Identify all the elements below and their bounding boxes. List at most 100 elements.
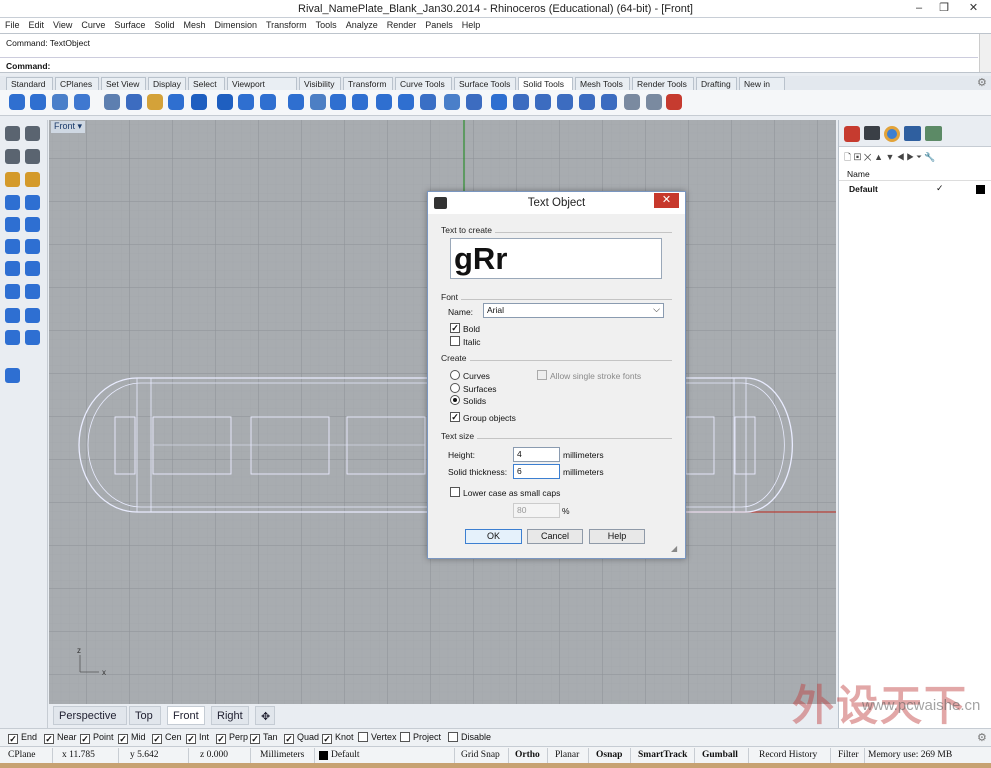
rebuild-edges-icon[interactable] bbox=[466, 94, 482, 110]
cancel-button[interactable]: Cancel bbox=[527, 529, 583, 544]
menu-render[interactable]: Render bbox=[382, 18, 421, 30]
pyramid-icon[interactable] bbox=[5, 261, 20, 276]
osnap-quad[interactable]: ✓ Quad bbox=[284, 732, 319, 744]
shell-icon[interactable] bbox=[420, 94, 436, 110]
box-icon[interactable] bbox=[5, 195, 20, 210]
boolean-union-icon[interactable] bbox=[191, 94, 207, 110]
display-tab-icon[interactable] bbox=[864, 126, 880, 140]
split-face-icon[interactable] bbox=[376, 94, 392, 110]
chevron-down-icon[interactable]: ⌵ bbox=[653, 304, 660, 315]
boolean-difference-icon[interactable] bbox=[217, 94, 233, 110]
move-up-icon[interactable]: ▲ bbox=[874, 152, 883, 162]
toolbar-tab-curve-tools[interactable]: Curve Tools bbox=[395, 77, 452, 90]
dialog-title-bar[interactable]: Text Object ✕ bbox=[428, 192, 685, 214]
units-label[interactable]: Millimeters bbox=[260, 750, 304, 760]
command-prompt[interactable]: Command: bbox=[0, 57, 978, 72]
command-scrollbar[interactable] bbox=[979, 34, 991, 72]
menu-dimension[interactable]: Dimension bbox=[209, 18, 261, 30]
cap-icon[interactable] bbox=[5, 330, 20, 345]
osnap-cen[interactable]: ✓ Cen bbox=[152, 732, 182, 744]
ok-button[interactable]: OK bbox=[465, 529, 522, 544]
menu-surface[interactable]: Surface bbox=[109, 18, 149, 30]
move-hole-icon[interactable] bbox=[601, 94, 617, 110]
resize-grip-icon[interactable]: ◢ bbox=[671, 544, 677, 553]
menu-curve[interactable]: Curve bbox=[76, 18, 109, 30]
hole-icon[interactable] bbox=[513, 94, 529, 110]
close-window-button[interactable]: ✕ bbox=[956, 0, 991, 17]
truncated-cone-icon[interactable] bbox=[5, 284, 20, 299]
osnap-project[interactable]: Project bbox=[400, 732, 441, 742]
maximize-button[interactable]: ❐ bbox=[932, 0, 956, 17]
filter-icon[interactable]: ⏷ bbox=[916, 152, 921, 162]
pipe-icon[interactable] bbox=[126, 94, 142, 110]
mesh-grid-icon[interactable] bbox=[646, 94, 662, 110]
toolbar-tab-select[interactable]: Select bbox=[188, 77, 225, 90]
help-tab-icon[interactable] bbox=[904, 126, 921, 141]
font-name-select[interactable]: Arial ⌵ bbox=[483, 303, 664, 318]
menu-file[interactable]: File bbox=[0, 18, 24, 30]
toolbar-tab-drafting[interactable]: Drafting bbox=[696, 77, 737, 90]
viewport-tab-perspective[interactable]: Perspective bbox=[53, 706, 127, 725]
show-edges-icon[interactable] bbox=[491, 94, 507, 110]
paraboloid-icon[interactable] bbox=[25, 239, 40, 254]
fillet-edge-icon[interactable] bbox=[260, 94, 276, 110]
height-input[interactable]: 4 bbox=[513, 447, 560, 462]
sphere-solid-icon[interactable] bbox=[25, 195, 40, 210]
round-hole-icon[interactable] bbox=[579, 94, 595, 110]
bold-label[interactable]: Bold bbox=[463, 324, 480, 334]
viewport-tab-front[interactable]: Front bbox=[167, 706, 205, 725]
menu-help[interactable]: Help bbox=[457, 18, 485, 30]
toolbar-tab-standard[interactable]: Standard bbox=[6, 77, 53, 90]
wedge-icon[interactable] bbox=[25, 261, 40, 276]
chamfer-edge-icon[interactable] bbox=[288, 94, 304, 110]
osnap-end-checkbox[interactable]: ✓ bbox=[8, 734, 18, 744]
thickness-input[interactable]: 6 bbox=[513, 464, 560, 479]
surfaces-radio[interactable] bbox=[450, 383, 460, 393]
toolbar-tab-transform[interactable]: Transform bbox=[343, 77, 393, 90]
osnap-toggle[interactable]: Osnap bbox=[596, 750, 622, 760]
curves-radio[interactable] bbox=[450, 370, 460, 380]
text-object-icon[interactable] bbox=[5, 368, 20, 383]
toolbar-settings-gear-icon[interactable]: ⚙ bbox=[977, 76, 987, 89]
help-button[interactable]: Help bbox=[589, 529, 645, 544]
osnap-quad-checkbox[interactable]: ✓ bbox=[284, 734, 294, 744]
curve-icon[interactable] bbox=[5, 172, 20, 187]
group-objects-label[interactable]: Group objects bbox=[463, 413, 516, 423]
menu-panels[interactable]: Panels bbox=[420, 18, 457, 30]
small-caps-label[interactable]: Lower case as small caps bbox=[463, 488, 560, 498]
osnap-point[interactable]: ✓ Point bbox=[80, 732, 114, 744]
torus-icon[interactable] bbox=[5, 308, 20, 323]
osnap-near[interactable]: ✓ Near bbox=[44, 732, 77, 744]
new-sublayer-icon[interactable]: ▣ bbox=[854, 152, 862, 162]
layer-row[interactable]: Default ✓ bbox=[839, 182, 991, 196]
line-icon[interactable] bbox=[5, 149, 20, 164]
toolbar-tab-new-in-v5[interactable]: New in V5 bbox=[739, 77, 785, 99]
osnap-end[interactable]: ✓ End bbox=[8, 732, 37, 744]
rotate-hole-icon[interactable] bbox=[535, 94, 551, 110]
viewport-menu-arrow-icon[interactable]: ▾ bbox=[78, 121, 83, 131]
tube-icon[interactable] bbox=[25, 284, 40, 299]
menu-transform[interactable]: Transform bbox=[261, 18, 311, 30]
solids-label[interactable]: Solids bbox=[463, 396, 486, 406]
toolbar-tab-surface-tools[interactable]: Surface Tools bbox=[454, 77, 516, 90]
new-layer-icon[interactable]: 🗋 bbox=[844, 152, 851, 162]
arc-icon[interactable] bbox=[25, 172, 40, 187]
solids-radio[interactable] bbox=[450, 395, 460, 405]
select-arrow-icon[interactable] bbox=[5, 126, 20, 141]
extract-surface-icon[interactable] bbox=[310, 94, 326, 110]
move-right-icon[interactable]: ▶ bbox=[907, 152, 914, 162]
move-down-icon[interactable]: ▼ bbox=[886, 152, 895, 162]
toolbar-tab-solid-tools[interactable]: Solid Tools bbox=[518, 77, 573, 90]
surfaces-label[interactable]: Surfaces bbox=[463, 384, 497, 394]
add-viewport-tab-icon[interactable]: ✥ bbox=[255, 706, 275, 725]
text-to-create-field[interactable]: gRr bbox=[450, 238, 662, 279]
italic-checkbox[interactable] bbox=[450, 336, 460, 346]
single-stroke-checkbox[interactable] bbox=[537, 370, 547, 380]
smarttrack-toggle[interactable]: SmartTrack bbox=[638, 750, 687, 760]
osnap-int[interactable]: ✓ Int bbox=[186, 732, 209, 744]
menu-view[interactable]: View bbox=[48, 18, 76, 30]
bold-checkbox[interactable]: ✓ bbox=[450, 323, 460, 333]
curves-label[interactable]: Curves bbox=[463, 371, 490, 381]
cone-solid-icon[interactable] bbox=[25, 217, 40, 232]
current-layer[interactable]: Default bbox=[331, 750, 360, 760]
